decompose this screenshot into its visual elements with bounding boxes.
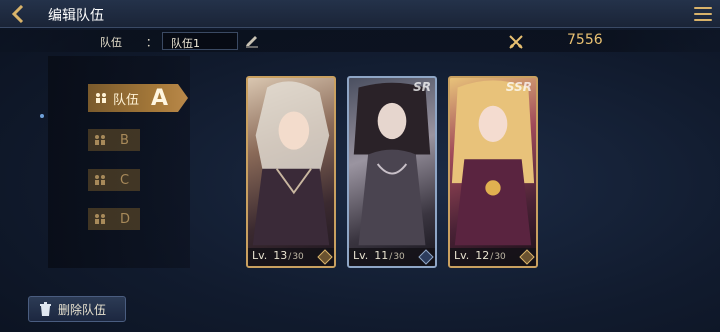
menu-button[interactable] [692,4,714,24]
rarity-badge: SSR [505,80,532,94]
level-label: Lv. [353,249,369,262]
team-colon: ： [146,36,157,49]
rarity-badge: SR [413,80,431,94]
pencil-icon [246,36,258,48]
delete-team-button[interactable]: 删除队伍 [28,296,126,322]
level-current: 13 [273,249,288,262]
tab-letter: D [120,211,131,227]
character-portrait [451,80,535,246]
menu-icon [694,19,712,21]
level-current: 11 [374,249,389,262]
tab-team-c[interactable]: C [88,169,140,191]
character-card[interactable]: SSR Lv. 12 / 30 [448,76,538,268]
level-slash: / [490,252,494,262]
character-portrait [353,82,431,246]
decorative-dot [40,114,44,118]
element-icon [317,249,333,265]
team-power-value: 7556 [567,32,603,48]
team-icon [95,214,105,224]
top-bar [0,0,720,28]
menu-icon [694,13,712,15]
element-icon [418,249,434,265]
back-button[interactable] [0,0,36,28]
page-title: 编辑队伍 [48,8,104,24]
level-max: 30 [393,252,405,262]
tab-team-a[interactable]: 队伍 A [88,84,188,112]
menu-icon [694,7,712,9]
level-slash: / [288,252,292,262]
level-label: Lv. [454,249,470,262]
tab-label: 队伍 [113,92,140,108]
character-card[interactable]: Lv. 13 / 30 [246,76,336,268]
team-icon [95,175,105,185]
edit-team-name-button[interactable] [244,32,260,48]
character-portrait [252,81,330,246]
level-max: 30 [494,252,506,262]
tab-letter: C [120,172,130,188]
team-name-field[interactable]: 队伍1 [162,32,238,50]
team-icon [96,93,106,103]
tab-letter: B [120,132,129,148]
crossed-swords-icon [508,34,524,50]
trash-icon [40,302,51,316]
tab-letter: A [151,85,169,111]
level-current: 12 [475,249,490,262]
level-label: Lv. [252,249,268,262]
level-slash: / [389,252,393,262]
delete-team-label: 删除队伍 [58,302,107,317]
back-arrow-icon [11,5,24,23]
level-max: 30 [292,252,304,262]
team-icon [95,135,105,145]
character-card[interactable]: SR Lv. 11 / 30 [347,76,437,268]
tab-team-b[interactable]: B [88,129,140,151]
element-icon [519,249,535,265]
tab-team-d[interactable]: D [88,208,140,230]
team-label: 队伍 [100,36,122,49]
